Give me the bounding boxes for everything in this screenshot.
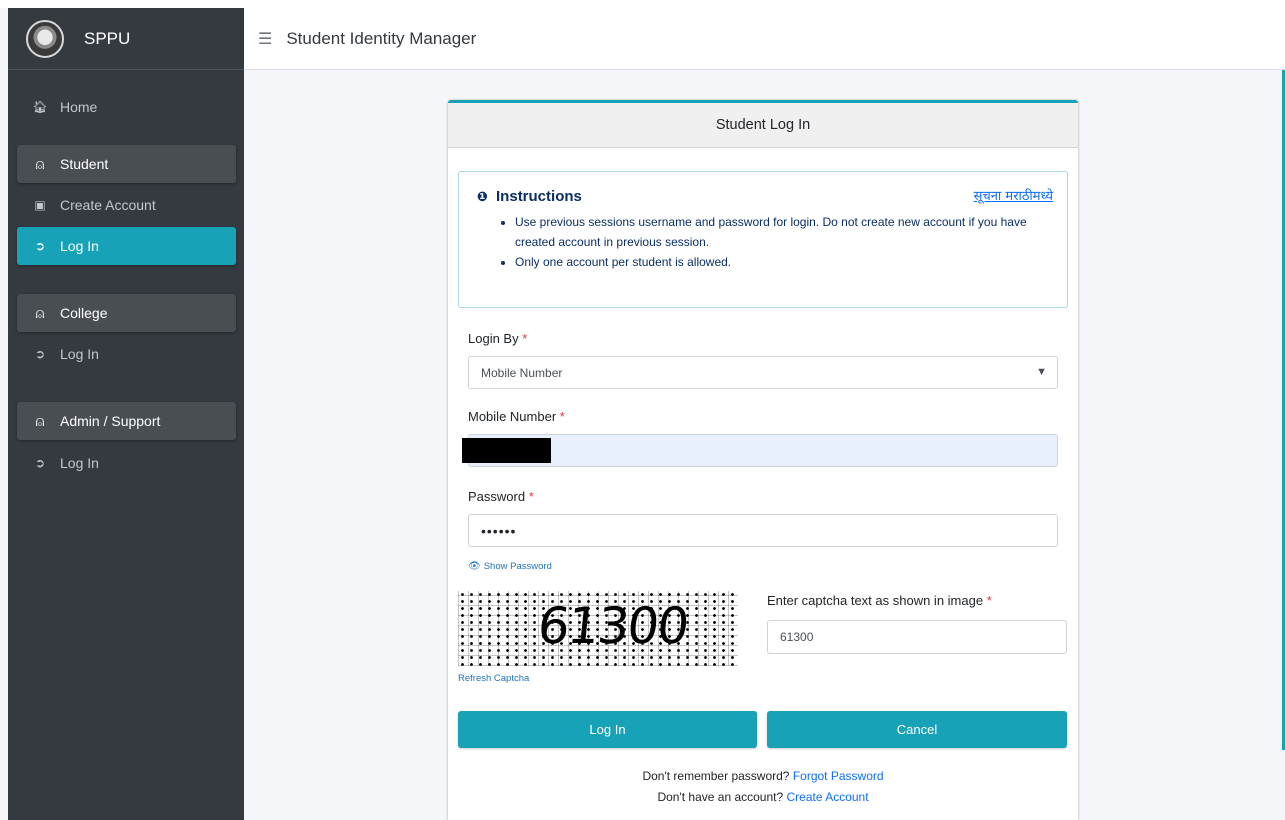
sidebar-item-label: Create Account [60, 197, 156, 213]
captcha-image: 61300 [458, 591, 738, 666]
user-icon: ⍝ [35, 412, 45, 430]
create-account-line: Don't have an account? Create Account [448, 790, 1078, 804]
show-password-label: Show Password [483, 561, 552, 572]
info-icon: ❶ [477, 188, 489, 204]
password-value: •••••• [481, 522, 517, 539]
captcha-label: Enter captcha text as shown in image * [767, 593, 992, 608]
menu-icon[interactable]: ☰ [258, 29, 272, 49]
captcha-label-text: Enter captcha text as shown in image [767, 593, 984, 608]
create-account-prompt: Don't have an account? [657, 790, 784, 804]
university-logo [26, 19, 64, 58]
password-label: Password * [468, 489, 534, 504]
login-by-selected: Mobile Number [481, 365, 563, 380]
sidebar: SPPU 🏠︎ Home ⍝ Student ▣ Create Account … [8, 8, 244, 820]
sidebar-header-label: Admin / Support [60, 413, 161, 429]
marathi-instructions-link[interactable]: सूचना मराठीमध्ये [974, 186, 1053, 204]
mobile-number-input[interactable] [462, 434, 1058, 467]
login-by-label: Login By * [468, 331, 528, 346]
sidebar-item-student-login[interactable]: ➲ Log In [17, 227, 236, 265]
instructions-box: ❶ Instructions सूचना मराठीमध्ये Use prev… [458, 171, 1068, 308]
login-card: Student Log In ❶ Instructions सूचना मराठ… [448, 100, 1078, 820]
top-navbar: ☰ Student Identity Manager [244, 8, 1285, 70]
password-label-text: Password [468, 489, 526, 504]
cancel-button[interactable]: Cancel [767, 711, 1067, 748]
sidebar-item-label: Home [60, 99, 98, 115]
redacted-mobile-value [462, 438, 551, 463]
forgot-password-link[interactable]: Forgot Password [793, 769, 884, 783]
sidebar-item-label: Log In [60, 238, 99, 254]
sidebar-header-student[interactable]: ⍝ Student [17, 145, 236, 183]
refresh-captcha-link[interactable]: Refresh Captcha [458, 673, 529, 684]
instructions-title-text: Instructions [496, 188, 582, 205]
sidebar-item-admin-login[interactable]: ➲ Log In [17, 444, 236, 482]
forgot-password-prompt: Don't remember password? [642, 769, 790, 783]
chevron-down-icon: ▼ [1036, 366, 1047, 378]
login-by-label-text: Login By [468, 331, 519, 346]
sign-in-icon: ➲ [34, 347, 46, 361]
captcha-image-text: 61300 [534, 597, 691, 655]
password-input[interactable]: •••••• [468, 514, 1058, 547]
home-icon: 🏠︎ [32, 100, 48, 114]
captcha-input[interactable]: 61300 [767, 620, 1067, 654]
create-account-link[interactable]: Create Account [787, 790, 869, 804]
top-strip [0, 0, 1285, 8]
card-header: Student Log In [448, 103, 1078, 148]
captcha-input-value: 61300 [780, 630, 814, 644]
sidebar-item-create-account[interactable]: ▣ Create Account [17, 186, 236, 224]
sidebar-item-label: Log In [60, 346, 99, 362]
id-card-icon: ▣ [34, 198, 46, 212]
sidebar-header-label: Student [60, 156, 109, 172]
mobile-label-text: Mobile Number [468, 409, 557, 424]
sidebar-header-college[interactable]: ⍝ College [17, 294, 236, 332]
user-icon: ⍝ [35, 304, 45, 322]
eye-icon: 👁︎ [468, 561, 481, 572]
login-by-select[interactable]: Mobile Number ▼ [468, 356, 1058, 389]
instructions-title: ❶ Instructions [477, 188, 1049, 205]
sidebar-header-admin[interactable]: ⍝ Admin / Support [17, 402, 236, 440]
instruction-item: Only one account per student is allowed. [515, 252, 1049, 272]
sidebar-header-label: College [60, 305, 108, 321]
instructions-list: Use previous sessions username and passw… [477, 212, 1049, 272]
brand-link[interactable]: SPPU [8, 8, 244, 70]
sidebar-item-college-login[interactable]: ➲ Log In [17, 335, 236, 373]
login-button[interactable]: Log In [458, 711, 757, 748]
sidebar-item-label: Log In [60, 455, 99, 471]
forgot-password-line: Don't remember password? Forgot Password [448, 769, 1078, 783]
sign-in-icon: ➲ [34, 456, 46, 470]
brand-name: SPPU [84, 28, 131, 48]
user-icon: ⍝ [35, 155, 45, 173]
instruction-item: Use previous sessions username and passw… [515, 212, 1049, 252]
show-password-toggle[interactable]: 👁︎ Show Password [468, 561, 552, 572]
page-title: Student Identity Manager [286, 28, 477, 48]
mobile-label: Mobile Number * [468, 409, 565, 424]
sign-in-icon: ➲ [34, 239, 46, 253]
sidebar-item-home[interactable]: 🏠︎ Home [17, 88, 236, 126]
